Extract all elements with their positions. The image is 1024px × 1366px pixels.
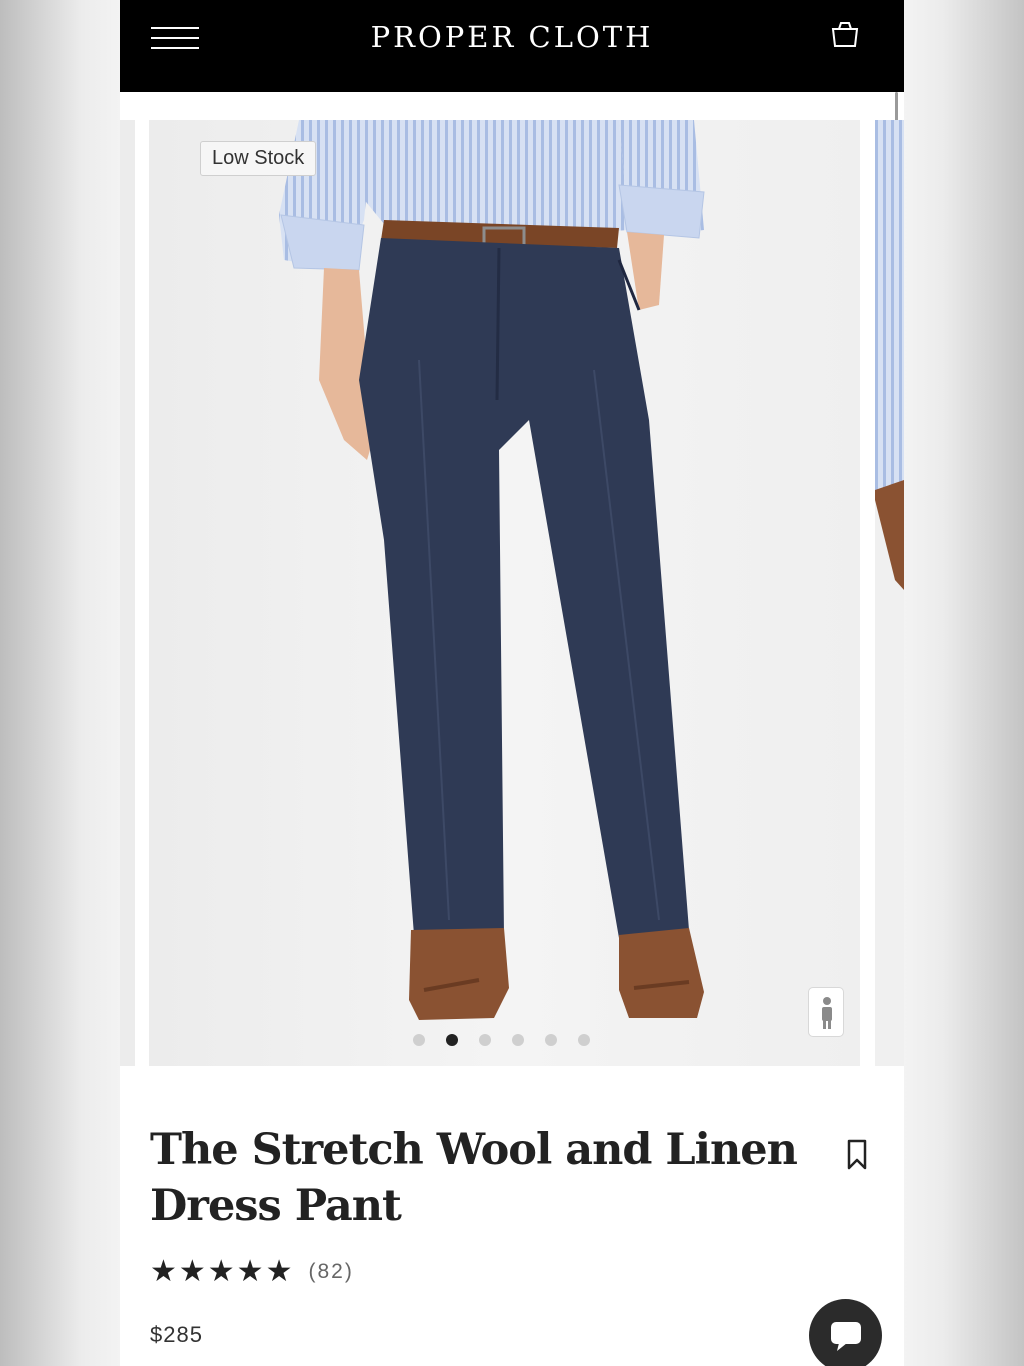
carousel-pagination <box>413 1034 590 1046</box>
carousel-dot[interactable] <box>512 1034 524 1046</box>
previous-slide-peek[interactable] <box>120 120 135 1066</box>
chat-icon[interactable] <box>809 1299 882 1366</box>
review-count[interactable]: (82) <box>308 1260 353 1284</box>
carousel-dot[interactable] <box>479 1034 491 1046</box>
brand-logo[interactable]: PROPER CLOTH <box>120 20 904 54</box>
next-slide-peek[interactable] <box>875 120 904 1066</box>
product-price: $285 <box>150 1322 203 1347</box>
product-photo <box>149 120 860 1066</box>
star-rating-icons: ★★★★★ <box>150 1255 295 1288</box>
carousel-dot[interactable] <box>413 1034 425 1046</box>
product-title: The Stretch Wool and Linen Dress Pant <box>150 1125 798 1231</box>
product-page: PROPER CLOTH Low Stock The Stretch Wool … <box>120 0 904 1366</box>
shopping-bag-icon[interactable] <box>830 20 860 50</box>
person-icon[interactable] <box>808 987 844 1037</box>
top-navigation-bar: PROPER CLOTH <box>120 0 904 92</box>
product-rating[interactable]: ★★★★★ (82) <box>150 1254 354 1289</box>
product-image-carousel[interactable]: Low Stock <box>149 120 860 1066</box>
carousel-dot-active[interactable] <box>446 1034 458 1046</box>
carousel-dot[interactable] <box>545 1034 557 1046</box>
low-stock-badge: Low Stock <box>200 141 317 176</box>
bookmark-icon[interactable] <box>844 1138 870 1172</box>
carousel-dot[interactable] <box>578 1034 590 1046</box>
